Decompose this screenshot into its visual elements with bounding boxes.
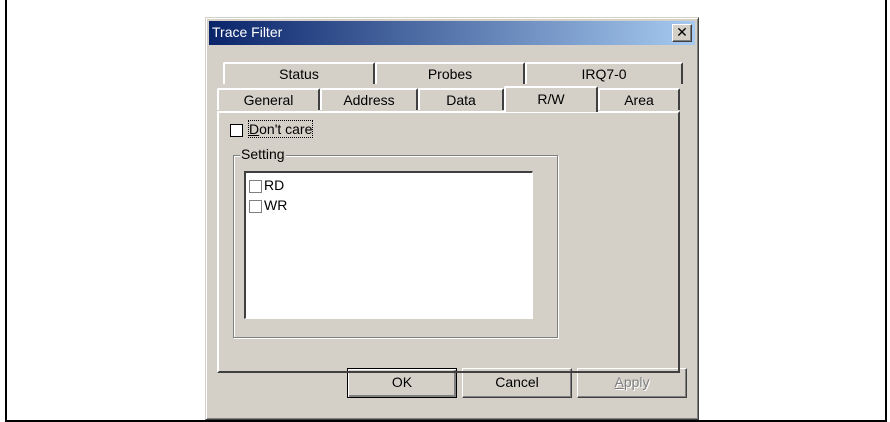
title-bar[interactable]: Trace Filter ✕: [209, 21, 695, 45]
mnemonic-a: A: [614, 374, 624, 390]
ok-label: OK: [391, 374, 413, 390]
tab-label: IRQ7-0: [581, 66, 627, 82]
cancel-label: Cancel: [495, 374, 539, 390]
tab-address[interactable]: Address: [320, 88, 418, 110]
tab-label: Probes: [427, 66, 473, 82]
tab-irq7-0[interactable]: IRQ7-0: [525, 62, 683, 84]
wr-checkbox[interactable]: [249, 200, 262, 213]
rw-checklist[interactable]: RD WR: [244, 171, 533, 319]
dont-care-checkbox[interactable]: [230, 124, 243, 137]
tab-rw[interactable]: R/W: [504, 86, 598, 112]
setting-group: Setting RD WR: [233, 146, 558, 338]
tab-area[interactable]: Area: [598, 88, 680, 110]
rd-checkbox[interactable]: [249, 180, 262, 193]
tab-status[interactable]: Status: [223, 62, 375, 84]
tab-label: Status: [279, 66, 319, 82]
tab-label: Area: [624, 92, 654, 108]
close-icon: ✕: [676, 24, 688, 40]
dont-care-label-rest: on't care: [259, 121, 313, 137]
setting-group-title: Setting: [240, 146, 286, 162]
mnemonic-d: D: [249, 121, 260, 137]
tab-general[interactable]: General: [217, 88, 320, 110]
dialog-title: Trace Filter: [212, 24, 283, 40]
rd-label: RD: [264, 177, 285, 193]
apply-label-rest: pply: [623, 374, 650, 390]
trace-filter-dialog: Trace Filter ✕ Status Probes IRQ7-0 Gene…: [205, 17, 699, 420]
tab-label: Address: [343, 92, 395, 108]
dont-care-label[interactable]: Don't care: [247, 120, 314, 138]
tab-label: R/W: [537, 91, 565, 107]
close-button[interactable]: ✕: [672, 24, 692, 42]
tab-label: Data: [446, 92, 476, 108]
tab-panel-rw: Don't care Setting RD WR: [217, 111, 680, 373]
tab-label: General: [243, 92, 294, 108]
wr-label: WR: [264, 197, 288, 213]
tab-probes[interactable]: Probes: [375, 62, 525, 84]
tab-data[interactable]: Data: [418, 88, 504, 110]
